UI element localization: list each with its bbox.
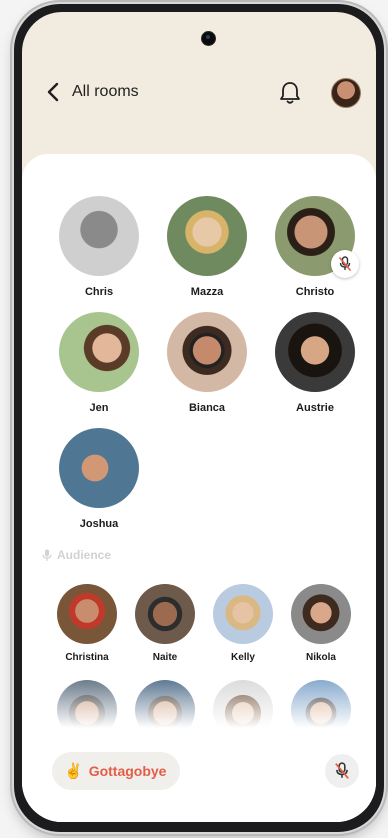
avatar xyxy=(135,584,195,644)
audience-name: Kelly xyxy=(231,652,255,663)
avatar xyxy=(167,312,247,392)
audience-name: Christina xyxy=(65,652,109,663)
back-arrow-icon xyxy=(47,82,59,102)
avatar xyxy=(59,196,139,276)
audience-name: Nikola xyxy=(305,652,336,663)
back-to-all-rooms-button[interactable]: All rooms xyxy=(46,72,139,112)
avatar xyxy=(275,196,359,278)
speaker-name: Jen xyxy=(89,402,109,414)
speaker-tile[interactable]: Bianca xyxy=(167,312,247,414)
avatar xyxy=(275,312,355,392)
leave-label: Gottagobye xyxy=(88,763,167,779)
bottom-action-bar: ✌️ Gottagobye xyxy=(22,732,376,822)
mic-off-icon xyxy=(338,256,352,272)
speaker-name: Chris xyxy=(84,286,114,298)
avatar xyxy=(57,584,117,644)
speaker-tile[interactable]: Mazza xyxy=(167,196,247,298)
avatar xyxy=(167,196,247,276)
front-camera xyxy=(201,31,216,46)
scroll-fade xyxy=(22,674,376,734)
audience-tile[interactable]: Christina xyxy=(56,584,118,663)
back-label: All rooms xyxy=(72,83,139,100)
profile-avatar[interactable] xyxy=(331,78,361,108)
speaker-tile[interactable]: Jen xyxy=(59,312,139,414)
audience-tile[interactable]: Kelly xyxy=(212,584,274,663)
audience-tile[interactable]: Naite xyxy=(134,584,196,663)
peace-hand-icon: ✌️ xyxy=(64,763,83,780)
top-bar: All rooms xyxy=(22,72,376,112)
speaker-name: Joshua xyxy=(79,518,119,530)
avatar xyxy=(59,428,139,508)
speaker-tile[interactable]: Chris xyxy=(59,196,139,298)
muted-badge xyxy=(331,250,359,278)
room-card: Chris Mazza Christo Jen Bianca Austrie J… xyxy=(22,154,376,822)
leave-quietly-button[interactable]: ✌️ Gottagobye xyxy=(52,752,181,790)
mic-toggle-button[interactable] xyxy=(325,754,359,788)
audience-label: Audience xyxy=(57,548,112,562)
mic-icon xyxy=(42,549,52,561)
avatar xyxy=(291,584,351,644)
audience-section-label: Audience xyxy=(42,548,111,562)
avatar xyxy=(213,584,273,644)
speaker-name: Austrie xyxy=(296,402,334,414)
bell-icon[interactable] xyxy=(278,80,302,106)
speaker-name: Christo xyxy=(295,286,335,298)
room-screen: All rooms Chris Mazza Christo Jen Bianca… xyxy=(22,12,376,822)
mic-off-icon xyxy=(335,762,349,779)
speaker-name: Bianca xyxy=(188,402,226,414)
speaker-tile[interactable]: Christo xyxy=(275,196,359,298)
audience-name: Naite xyxy=(152,652,178,663)
speaker-tile[interactable]: Austrie xyxy=(275,312,355,414)
speaker-tile[interactable]: Joshua xyxy=(59,428,139,530)
phone-frame: All rooms Chris Mazza Christo Jen Bianca… xyxy=(14,4,384,832)
avatar xyxy=(59,312,139,392)
audience-tile[interactable]: Nikola xyxy=(290,584,352,663)
speaker-name: Mazza xyxy=(190,286,224,298)
